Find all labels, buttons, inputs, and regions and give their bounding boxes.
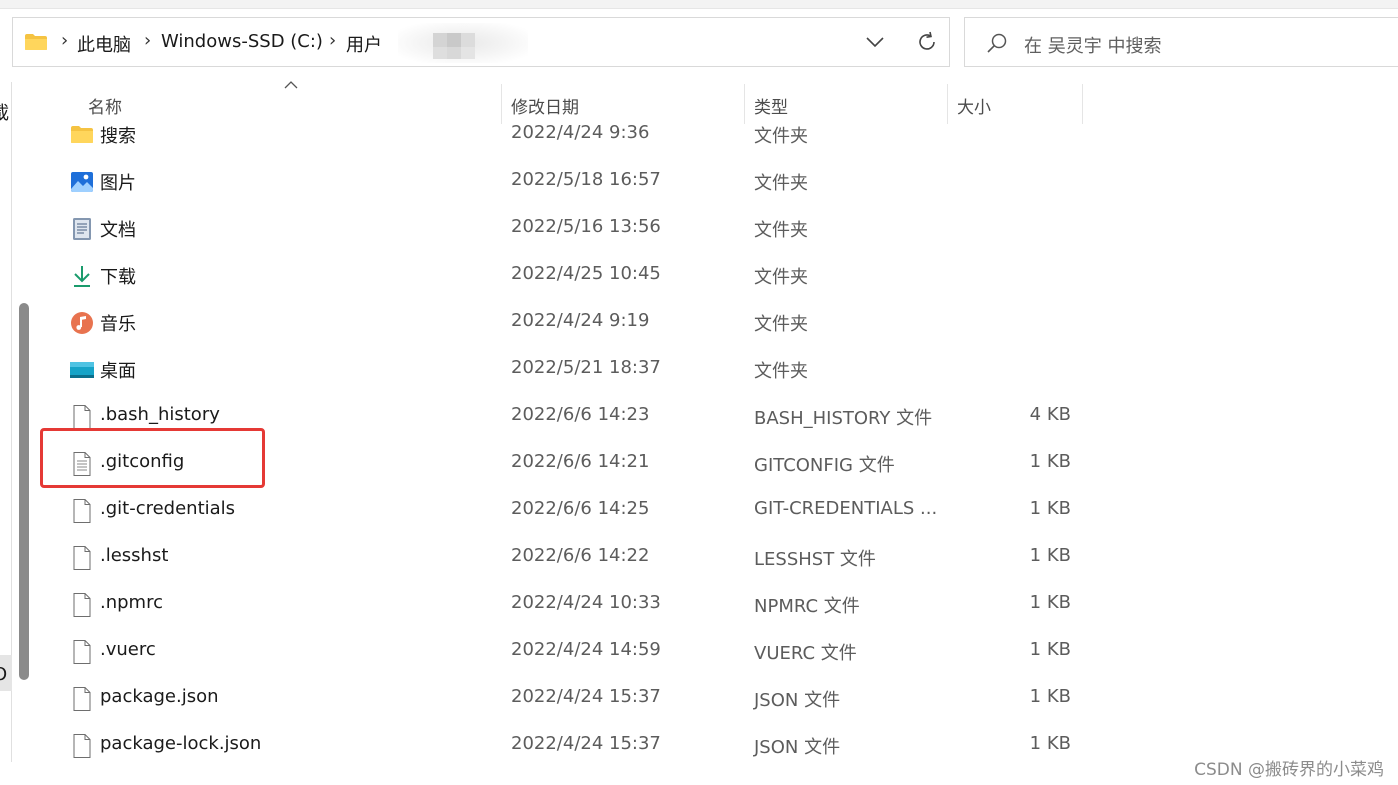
file-size: 1 KB bbox=[1029, 498, 1071, 519]
file-date: 2022/5/18 16:57 bbox=[511, 169, 661, 190]
list-item[interactable]: .npmrc 2022/4/24 10:33 NPMRC 文件 1 KB bbox=[50, 592, 1110, 639]
file-icon bbox=[73, 734, 91, 758]
file-type: GITCONFIG 文件 bbox=[754, 455, 895, 476]
file-icon bbox=[73, 546, 91, 570]
highlight-annotation bbox=[40, 428, 265, 488]
documents-icon bbox=[73, 218, 91, 240]
file-type: 文件夹 bbox=[754, 267, 808, 288]
file-date: 2022/6/6 14:21 bbox=[511, 451, 650, 472]
file-type: VUERC 文件 bbox=[754, 643, 857, 664]
file-date: 2022/4/24 15:37 bbox=[511, 686, 661, 707]
pictures-icon bbox=[71, 172, 93, 192]
list-item[interactable]: 搜索 2022/4/24 9:36 文件夹 bbox=[50, 122, 1110, 169]
file-type: LESSHST 文件 bbox=[754, 549, 876, 570]
file-type: 文件夹 bbox=[754, 126, 808, 147]
music-icon bbox=[71, 312, 93, 334]
list-item[interactable]: 桌面 2022/5/21 18:37 文件夹 bbox=[50, 357, 1110, 404]
file-type: JSON 文件 bbox=[754, 690, 841, 711]
file-size: 1 KB bbox=[1029, 451, 1071, 472]
file-type: 文件夹 bbox=[754, 361, 808, 382]
file-date: 2022/6/6 14:22 bbox=[511, 545, 650, 566]
file-type: 文件夹 bbox=[754, 314, 808, 335]
file-name: .bash_history bbox=[100, 404, 220, 425]
list-item[interactable]: package-lock.json 2022/4/24 15:37 JSON 文… bbox=[50, 733, 1110, 780]
file-name: 音乐 bbox=[100, 314, 136, 335]
list-item[interactable]: 下载 2022/4/25 10:45 文件夹 bbox=[50, 263, 1110, 310]
file-type: 文件夹 bbox=[754, 220, 808, 241]
list-item[interactable]: 文档 2022/5/16 13:56 文件夹 bbox=[50, 216, 1110, 263]
file-date: 2022/4/24 9:36 bbox=[511, 122, 650, 143]
list-item[interactable]: .vuerc 2022/4/24 14:59 VUERC 文件 1 KB bbox=[50, 639, 1110, 686]
file-size: 1 KB bbox=[1029, 545, 1071, 566]
file-name: .lesshst bbox=[100, 545, 169, 566]
file-name: .vuerc bbox=[100, 639, 156, 660]
file-date: 2022/4/24 10:33 bbox=[511, 592, 661, 613]
file-date: 2022/5/16 13:56 bbox=[511, 216, 661, 237]
desktop-icon bbox=[70, 362, 94, 378]
file-date: 2022/4/24 15:37 bbox=[511, 733, 661, 754]
download-icon bbox=[74, 266, 90, 287]
file-name: 下载 bbox=[100, 267, 136, 288]
list-item[interactable]: .lesshst 2022/6/6 14:22 LESSHST 文件 1 KB bbox=[50, 545, 1110, 592]
file-date: 2022/4/24 9:19 bbox=[511, 310, 650, 331]
file-size: 1 KB bbox=[1029, 592, 1071, 613]
file-name: 搜索 bbox=[100, 126, 136, 147]
list-item[interactable]: 图片 2022/5/18 16:57 文件夹 bbox=[50, 169, 1110, 216]
list-item[interactable]: package.json 2022/4/24 15:37 JSON 文件 1 K… bbox=[50, 686, 1110, 733]
list-item[interactable]: 音乐 2022/4/24 9:19 文件夹 bbox=[50, 310, 1110, 357]
file-name: package.json bbox=[100, 686, 219, 707]
file-size: 1 KB bbox=[1029, 639, 1071, 660]
file-icon bbox=[73, 593, 91, 617]
file-date: 2022/6/6 14:25 bbox=[511, 498, 650, 519]
file-type: JSON 文件 bbox=[754, 737, 841, 758]
watermark-text: CSDN @搬砖界的小菜鸡 bbox=[1194, 760, 1384, 780]
file-icon bbox=[73, 687, 91, 711]
file-name: 桌面 bbox=[100, 361, 136, 382]
file-type: BASH_HISTORY 文件 bbox=[754, 408, 933, 429]
file-date: 2022/6/6 14:23 bbox=[511, 404, 650, 425]
file-date: 2022/4/25 10:45 bbox=[511, 263, 661, 284]
file-icon bbox=[73, 405, 91, 429]
file-size: 4 KB bbox=[1029, 404, 1071, 425]
file-type: GIT-CREDENTIALS ... bbox=[754, 498, 938, 519]
file-name: .npmrc bbox=[100, 592, 163, 613]
file-size: 1 KB bbox=[1029, 686, 1071, 707]
file-name: .git-credentials bbox=[100, 498, 236, 519]
list-item[interactable]: .git-credentials 2022/6/6 14:25 GIT-CRED… bbox=[50, 498, 1110, 545]
file-icon bbox=[73, 640, 91, 664]
file-name: 文档 bbox=[100, 220, 136, 241]
file-date: 2022/4/24 14:59 bbox=[511, 639, 661, 660]
file-date: 2022/5/21 18:37 bbox=[511, 357, 661, 378]
file-name: 图片 bbox=[100, 173, 136, 194]
file-type: NPMRC 文件 bbox=[754, 596, 860, 617]
file-list: 搜索 2022/4/24 9:36 文件夹 图片 2022/5/18 16:57… bbox=[0, 0, 1398, 785]
folder-icon bbox=[71, 126, 93, 143]
file-icon bbox=[73, 499, 91, 523]
file-name: package-lock.json bbox=[100, 733, 262, 754]
file-size: 1 KB bbox=[1029, 733, 1071, 754]
file-type: 文件夹 bbox=[754, 173, 808, 194]
